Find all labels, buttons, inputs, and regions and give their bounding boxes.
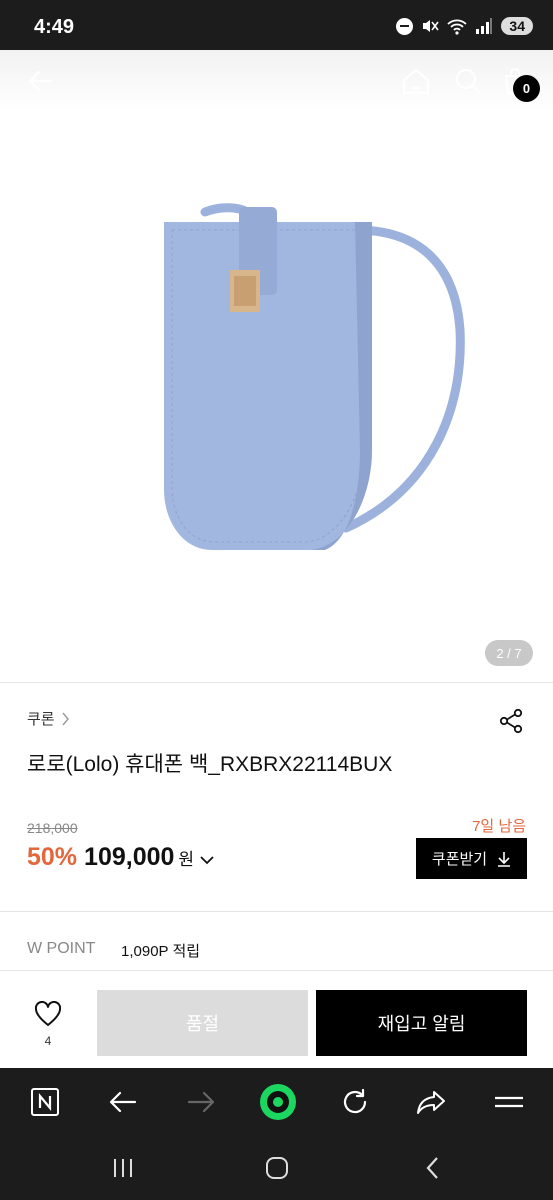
product-image [164, 203, 465, 550]
chevron-down-icon [200, 856, 214, 865]
divider [0, 682, 553, 683]
share-button[interactable] [498, 708, 524, 734]
menu-icon [495, 1096, 523, 1108]
system-back-button[interactable] [418, 1154, 448, 1182]
brand-link[interactable]: 쿠론 [27, 708, 70, 729]
reload-button[interactable] [338, 1085, 372, 1119]
recent-apps-icon [114, 1159, 132, 1177]
dnd-icon [396, 17, 414, 35]
wpoint-label: W POINT [27, 940, 96, 957]
purchase-action-bar: 4 품절 재입고 알림 [0, 970, 553, 1068]
green-dot-icon [260, 1084, 296, 1120]
back-button[interactable] [24, 66, 58, 96]
sale-price: 109,000 [84, 843, 175, 871]
original-price: 218,000 [27, 820, 78, 836]
battery-level: 34 [501, 17, 533, 35]
wpoint-value: 1,090P 적립 [121, 943, 201, 960]
share-icon [499, 708, 523, 734]
coupon-label: 쿠폰받기 [431, 851, 488, 868]
signal-icon [476, 18, 493, 34]
browser-toolbar [0, 1068, 553, 1136]
system-nav-bar [0, 1136, 553, 1200]
system-home-icon [266, 1157, 288, 1179]
browser-share-button[interactable] [414, 1085, 448, 1119]
home-button[interactable] [400, 66, 432, 96]
naver-home-button[interactable] [28, 1085, 62, 1119]
back-arrow-icon [28, 70, 54, 92]
browser-back-button[interactable] [106, 1085, 140, 1119]
share-arrow-icon [417, 1091, 445, 1114]
system-home-button[interactable] [262, 1154, 292, 1182]
discount-rate: 50% [27, 843, 78, 871]
wifi-icon [447, 19, 468, 35]
arrow-right-icon [187, 1091, 215, 1113]
browser-forward-button[interactable] [184, 1085, 218, 1119]
like-count: 4 [44, 1034, 52, 1048]
cart-count-badge: 0 [513, 75, 540, 102]
currency-unit: 원 [178, 850, 195, 869]
brand-name: 쿠론 [27, 711, 55, 728]
status-bar: 4:49 34 [0, 0, 553, 50]
download-icon [498, 851, 511, 867]
home-icon [403, 69, 429, 94]
coupon-days-left: 7일 남음 [472, 818, 526, 835]
search-icon [455, 68, 482, 95]
image-page-indicator: 2 / 7 [485, 640, 533, 666]
coupon-download-button[interactable]: 쿠폰받기 [416, 838, 527, 879]
soldout-button[interactable]: 품절 [97, 990, 308, 1056]
system-back-icon [426, 1157, 438, 1179]
naver-n-icon [31, 1088, 59, 1116]
green-dot-button[interactable] [258, 1082, 298, 1122]
product-title: 로로(Lolo) 휴대폰 백_RXBRX22114BUX [27, 753, 393, 776]
reload-icon [343, 1088, 367, 1114]
recent-apps-button[interactable] [108, 1154, 138, 1182]
chevron-right-icon [62, 712, 69, 725]
status-icons: 34 [396, 17, 533, 35]
like-button[interactable]: 4 [28, 1000, 68, 1051]
search-button[interactable] [452, 66, 484, 96]
browser-menu-button[interactable] [492, 1085, 526, 1119]
restock-alert-button[interactable]: 재입고 알림 [316, 990, 527, 1056]
product-image-gallery[interactable]: 2 / 7 [0, 112, 553, 682]
mute-icon [423, 20, 440, 32]
heart-icon [34, 1000, 62, 1026]
divider [0, 911, 553, 912]
clock: 4:49 [34, 16, 75, 38]
top-nav: 0 [0, 50, 553, 112]
price-row[interactable]: 50% 109,000 원 [27, 843, 214, 872]
arrow-left-icon [109, 1091, 137, 1113]
